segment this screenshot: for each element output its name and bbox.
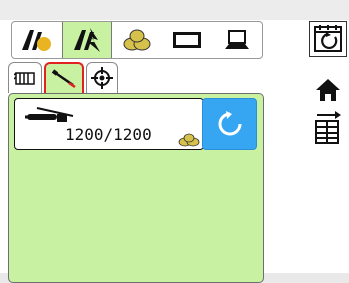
refresh-icon	[218, 111, 241, 136]
top-strip	[0, 0, 349, 20]
crosshair-target-icon	[91, 67, 113, 89]
mode-computer-button[interactable]	[212, 22, 262, 58]
table-export-icon	[315, 111, 341, 144]
tab-bar	[8, 62, 120, 94]
sprayer-tank-icon	[25, 107, 74, 122]
heating-grid-icon	[14, 72, 35, 85]
mode-sprayer-button[interactable]	[62, 22, 112, 58]
tab-heating[interactable]	[8, 62, 42, 93]
tank-value: 1200/1200	[65, 125, 152, 144]
tank-level-card[interactable]: 1200/1200	[14, 98, 204, 150]
calendar-refresh-button[interactable]	[309, 21, 347, 57]
laptop-icon	[225, 30, 249, 49]
mode-bar	[11, 21, 263, 59]
calendar-refresh-icon	[314, 25, 342, 52]
right-column	[307, 20, 349, 273]
monitor-icon	[173, 32, 201, 48]
tab-sprayer[interactable]	[44, 62, 84, 93]
reset-tank-button[interactable]	[202, 98, 257, 150]
tractor-sprayer-icon	[74, 28, 100, 52]
tab-target[interactable]	[86, 62, 118, 93]
sprayer-wand-icon	[51, 68, 76, 88]
home-icon	[316, 79, 340, 101]
table-export-button[interactable]	[309, 110, 347, 146]
home-button[interactable]	[309, 72, 347, 108]
mode-tractor-button[interactable]	[12, 22, 62, 58]
mode-display-button[interactable]	[162, 22, 212, 58]
seed-pile-icon	[178, 133, 200, 147]
seed-bags-icon	[123, 29, 151, 51]
mode-seeds-button[interactable]	[112, 22, 162, 58]
tractor-outline-icon	[22, 30, 51, 51]
